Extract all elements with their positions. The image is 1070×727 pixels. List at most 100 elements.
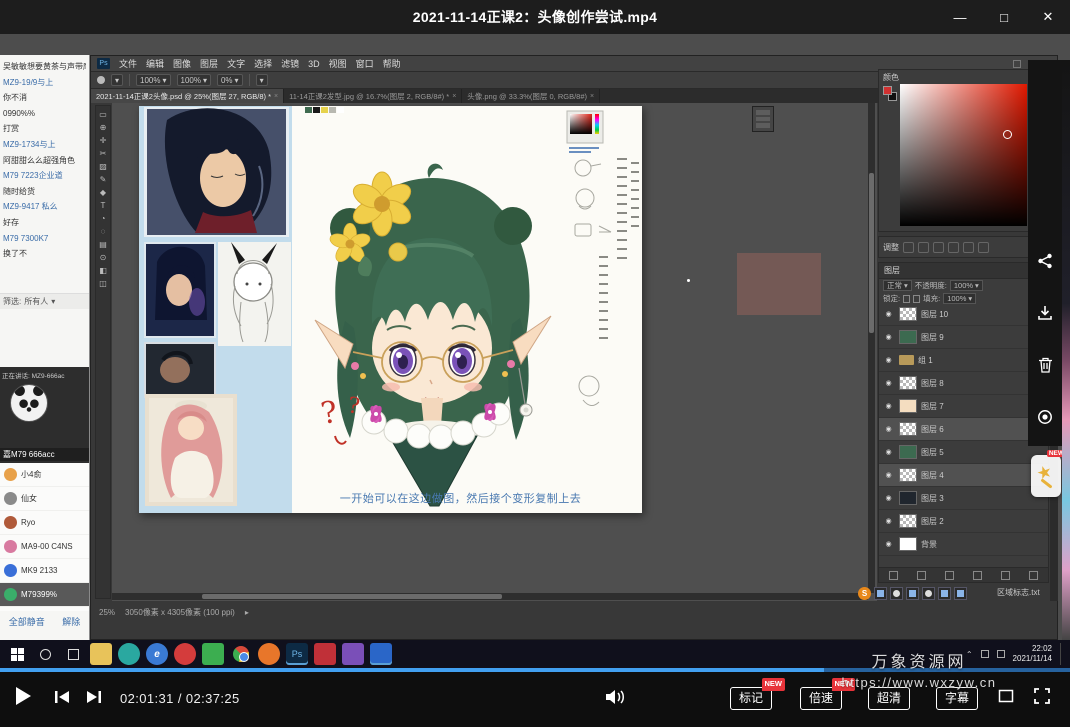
lock-icon[interactable]: [913, 295, 920, 303]
snip-tool-icon[interactable]: [954, 587, 967, 600]
user-row[interactable]: 仙女: [0, 487, 89, 511]
chat-filter[interactable]: 筛选: 所有人 ▾: [0, 293, 89, 309]
smoothing-dropdown[interactable]: 0%▾: [217, 74, 243, 86]
foreground-color-swatch[interactable]: [883, 86, 892, 95]
tool-icon[interactable]: T: [97, 200, 109, 211]
video-frame[interactable]: 吴敏敏想要黄茶与声带摩擦 MZ9-19/9与上 你不消 0990%% 打赏 MZ…: [0, 34, 1070, 668]
tool-icon[interactable]: ✛: [97, 135, 109, 146]
layer-row[interactable]: ◉图层 9: [879, 326, 1048, 349]
snip-tool-icon[interactable]: [922, 587, 935, 600]
opacity-dropdown[interactable]: 100%▾: [136, 74, 170, 86]
maximize-button[interactable]: □: [982, 0, 1026, 34]
play-button[interactable]: [14, 686, 32, 706]
layer-row[interactable]: ◉组 1: [879, 349, 1048, 372]
snip-tool-icon[interactable]: [874, 587, 887, 600]
tool-icon[interactable]: ▭: [97, 109, 109, 120]
previous-button[interactable]: [54, 690, 70, 704]
menu-item-edit[interactable]: 编辑: [146, 57, 164, 70]
next-button[interactable]: [86, 690, 102, 704]
taskbar-app[interactable]: [258, 643, 280, 665]
chat-message[interactable]: MZ9-19/9与上: [3, 75, 86, 91]
layer-row[interactable]: ◉图层 4: [879, 464, 1048, 487]
subtitle-button[interactable]: 字幕: [936, 687, 978, 710]
floating-mini-panel[interactable]: [752, 106, 774, 132]
start-button[interactable]: [6, 643, 28, 665]
user-row[interactable]: 小4俞: [0, 463, 89, 487]
layer-visibility-icon[interactable]: ◉: [882, 379, 895, 387]
layer-row[interactable]: ◉图层 8: [879, 372, 1048, 395]
layer-row[interactable]: ◉图层 10: [879, 303, 1048, 326]
taskbar-app-folder[interactable]: [90, 643, 112, 665]
record-button[interactable]: [1037, 409, 1053, 430]
layer-visibility-icon[interactable]: ◉: [882, 402, 895, 410]
tool-icon[interactable]: ◫: [97, 278, 109, 289]
snip-logo[interactable]: S: [858, 587, 871, 600]
taskbar-app[interactable]: [342, 643, 364, 665]
taskbar-app[interactable]: [174, 643, 196, 665]
menu-item-filter[interactable]: 滤镜: [281, 57, 299, 70]
taskbar-app[interactable]: [314, 643, 336, 665]
taskbar-app[interactable]: [118, 643, 140, 665]
menu-item-window[interactable]: 窗口: [356, 57, 374, 70]
menu-item-image[interactable]: 图像: [173, 57, 191, 70]
menu-item-help[interactable]: 帮助: [383, 57, 401, 70]
layer-visibility-icon[interactable]: ◉: [882, 471, 895, 479]
tool-icon[interactable]: ⊙: [97, 252, 109, 263]
delete-button[interactable]: [1038, 357, 1053, 378]
adjustment-icon[interactable]: [948, 242, 959, 253]
taskbar-app-edge[interactable]: e: [146, 643, 168, 665]
web-fullscreen-button[interactable]: [998, 688, 1014, 704]
layer-row[interactable]: ◉图层 7: [879, 395, 1048, 418]
tray-icon[interactable]: [981, 650, 989, 658]
layer-visibility-icon[interactable]: ◉: [882, 310, 895, 318]
taskbar-app[interactable]: [370, 643, 392, 665]
mark-button[interactable]: 标记NEW: [730, 687, 772, 710]
document-tab[interactable]: 头像.png @ 33.3%(图层 0, RGB/8#)×: [462, 89, 600, 103]
adjustment-icon[interactable]: [963, 242, 974, 253]
menu-item-layer[interactable]: 图层: [200, 57, 218, 70]
mute-all-button[interactable]: 全部静音: [9, 615, 45, 628]
chat-message[interactable]: MZ9-1734与上: [3, 137, 86, 153]
fullscreen-button[interactable]: [1034, 688, 1050, 704]
tool-icon[interactable]: ◔: [97, 213, 109, 224]
user-row[interactable]: Ryo: [0, 511, 89, 535]
chat-message[interactable]: M79 7223企业道: [3, 168, 86, 184]
snip-tool-icon[interactable]: [906, 587, 919, 600]
document-canvas[interactable]: ? ?: [139, 106, 642, 513]
status-zoom[interactable]: 25%: [99, 608, 115, 617]
layer-row[interactable]: ◉图层 6: [879, 418, 1048, 441]
chevron-right-icon[interactable]: ▸: [245, 608, 249, 617]
show-desktop-button[interactable]: [1060, 643, 1064, 665]
tool-icon[interactable]: ▨: [97, 161, 109, 172]
user-row[interactable]: MA9-00 C4NS: [0, 535, 89, 559]
layer-visibility-icon[interactable]: ◉: [882, 333, 895, 341]
document-tab[interactable]: 2021-11-14正课2头像.psd @ 25%(图层 27, RGB/8) …: [91, 89, 284, 103]
desktop-file-label[interactable]: 区域标志.txt: [997, 587, 1040, 598]
layer-row[interactable]: ◉图层 3: [879, 487, 1048, 510]
options-extra[interactable]: ▾: [256, 74, 268, 86]
canvas-area[interactable]: ? ?: [112, 103, 877, 601]
taskbar-app-chrome[interactable]: [230, 643, 252, 665]
snip-tool-icon[interactable]: [938, 587, 951, 600]
host-avatar[interactable]: [10, 384, 48, 422]
tray-expand-icon[interactable]: ⌃: [966, 650, 973, 659]
magic-wand-badge[interactable]: NEW ★: [1031, 455, 1061, 497]
tool-icon[interactable]: ◧: [97, 265, 109, 276]
tool-icon[interactable]: ✂: [97, 148, 109, 159]
blend-mode-select[interactable]: 正常▾: [883, 280, 912, 291]
share-button[interactable]: [1037, 253, 1053, 274]
menu-item-view[interactable]: 视图: [329, 57, 347, 70]
layer-opacity-field[interactable]: 100%▾: [950, 280, 983, 291]
menu-item-file[interactable]: 文件: [119, 57, 137, 70]
layer-row[interactable]: ◉图层 2: [879, 510, 1048, 533]
adjustment-icon[interactable]: [978, 242, 989, 253]
menu-item-3d[interactable]: 3D: [308, 59, 320, 69]
user-row[interactable]: M79399%: [0, 583, 89, 607]
close-icon[interactable]: ×: [452, 93, 456, 100]
color-gradient-picker[interactable]: [900, 84, 1027, 226]
layer-row[interactable]: ◉背景: [879, 533, 1048, 556]
adjustment-icon[interactable]: [903, 242, 914, 253]
menu-item-select[interactable]: 选择: [254, 57, 272, 70]
chat-message[interactable]: M79 7300K7: [3, 231, 86, 247]
layer-visibility-icon[interactable]: ◉: [882, 448, 895, 456]
